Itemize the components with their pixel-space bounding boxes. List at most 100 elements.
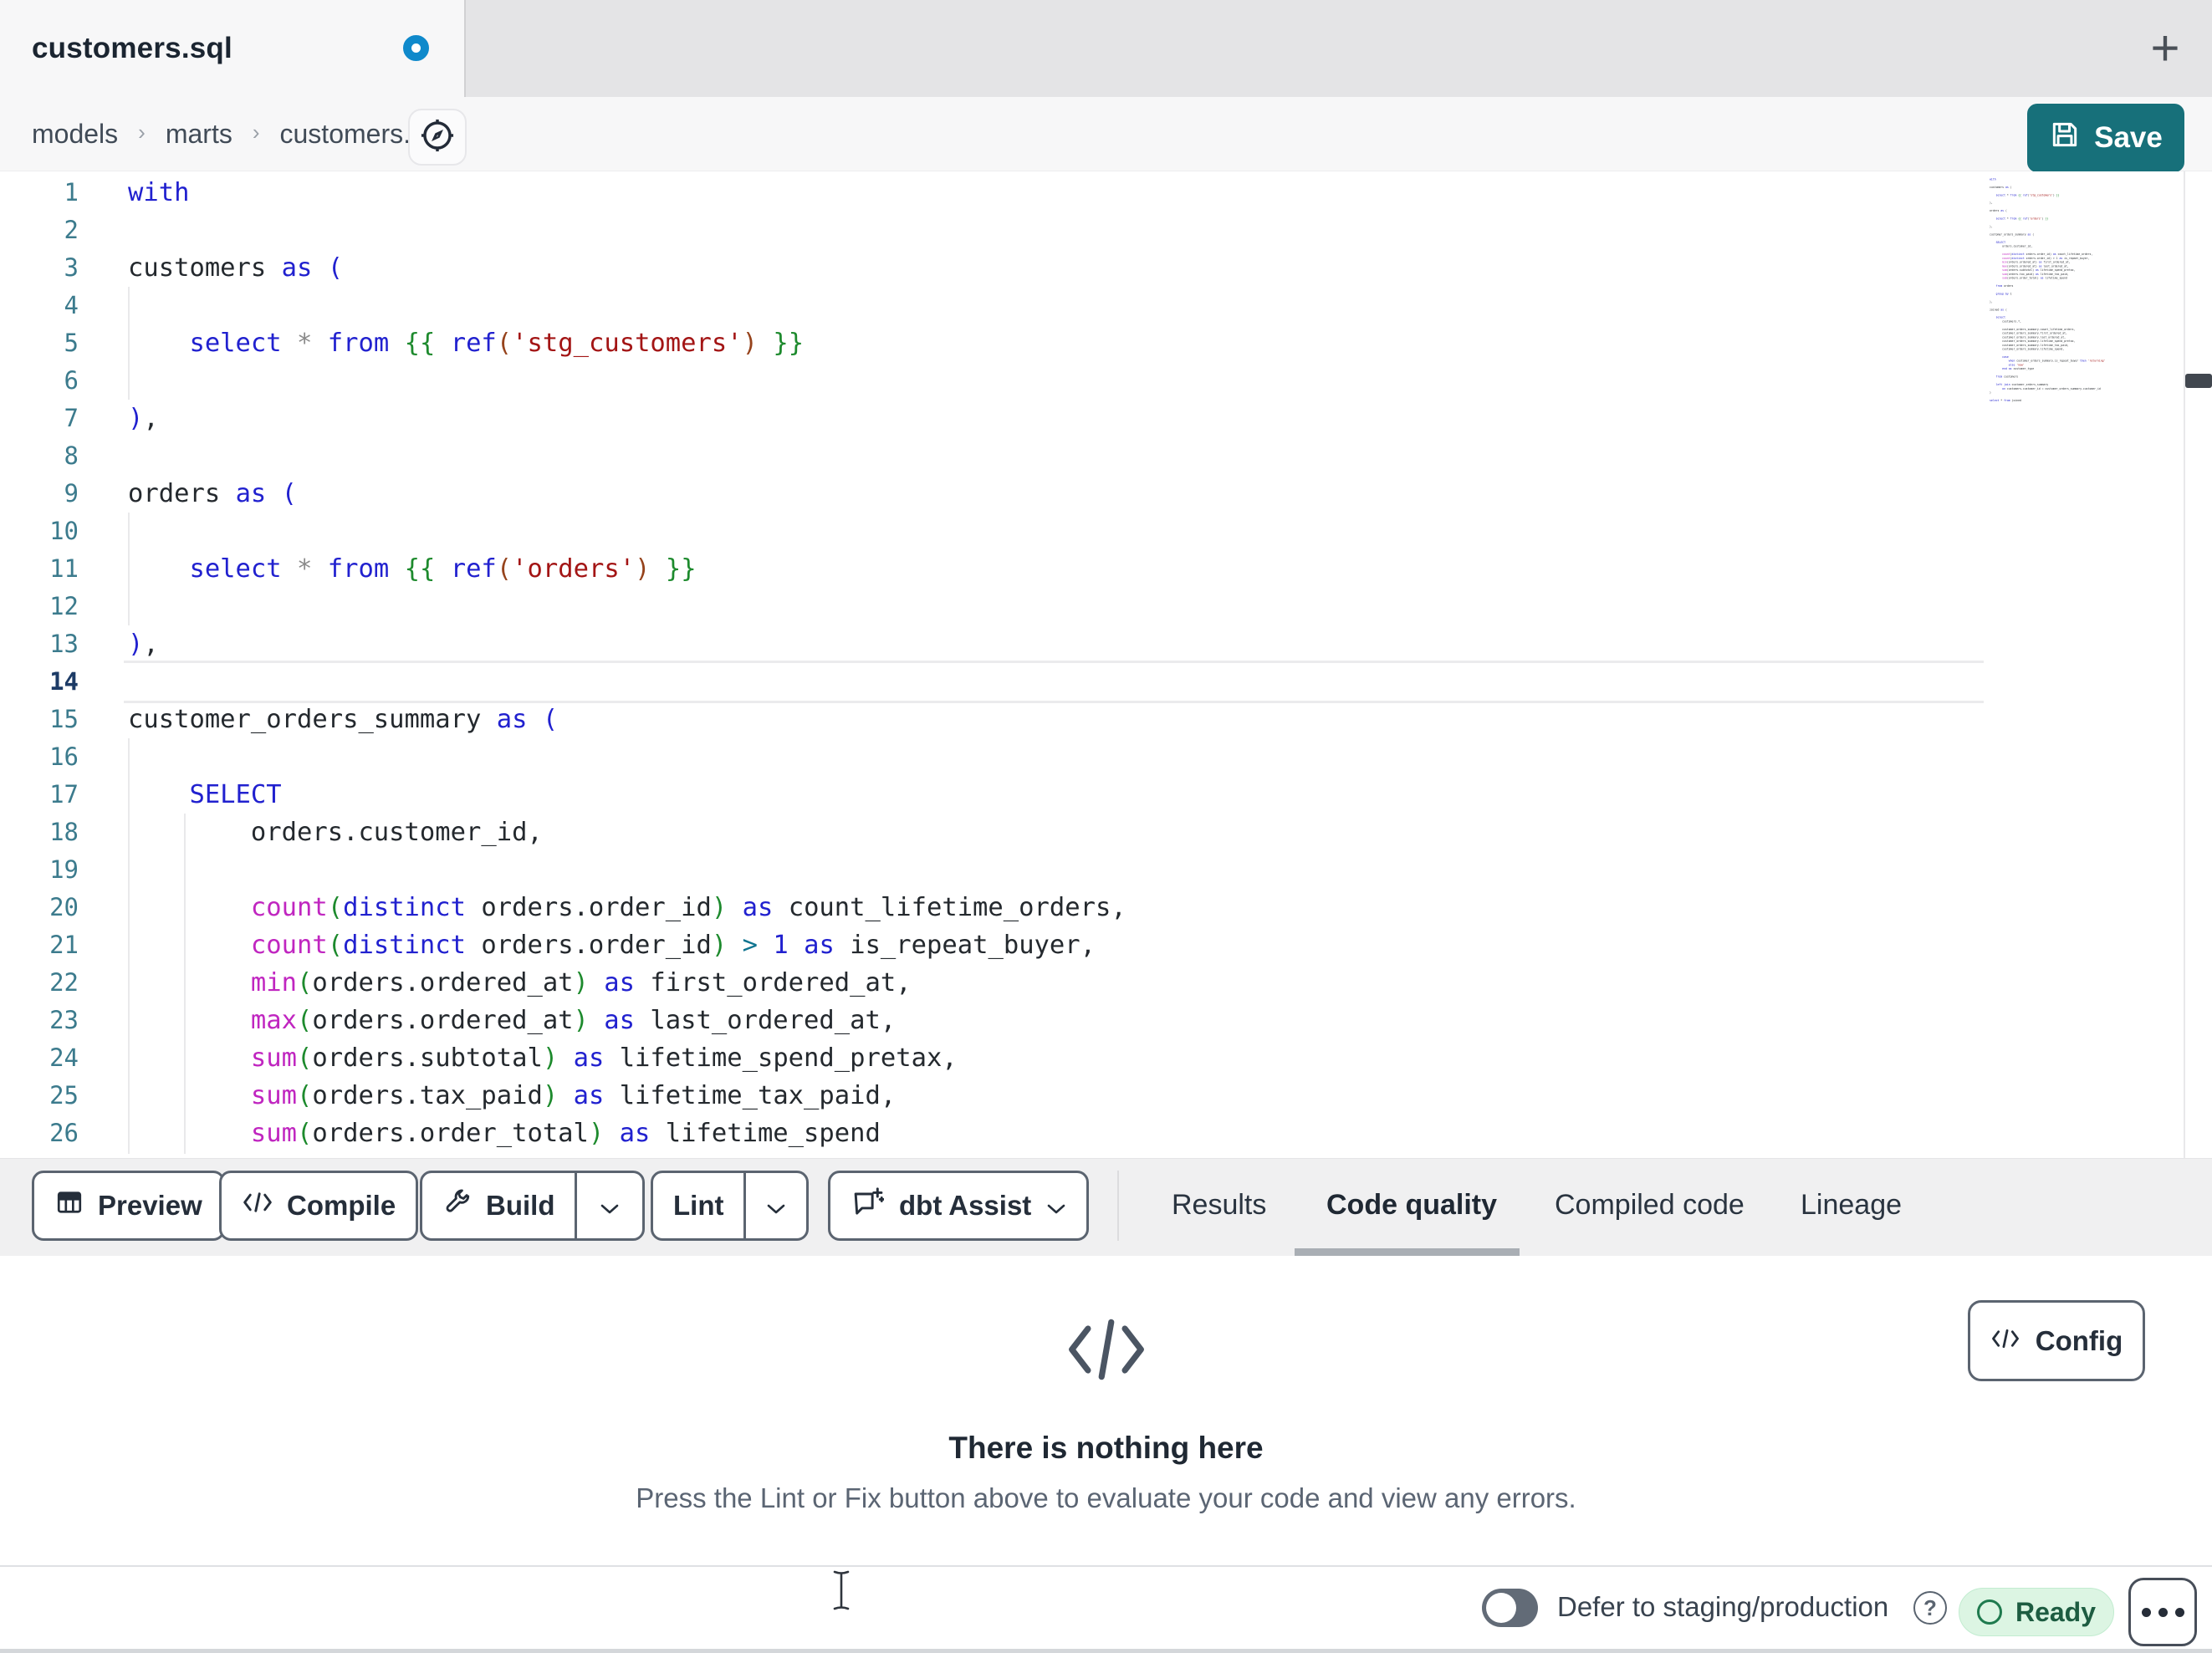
breadcrumb-item-models[interactable]: models — [32, 119, 118, 150]
ellipsis-icon — [2141, 1607, 2151, 1617]
line-number: 15 — [49, 705, 79, 733]
status-circle-icon — [1976, 1599, 2002, 1625]
preview-button[interactable]: Preview — [32, 1171, 225, 1241]
code-brackets-large-icon — [1062, 1309, 1151, 1394]
editor-minimap[interactable]: with customers as ( select * from {{ ref… — [1990, 177, 2130, 402]
line-number: 3 — [64, 253, 79, 282]
line-number: 6 — [64, 366, 79, 395]
code-line[interactable]: 10 — [0, 513, 2184, 550]
code-line[interactable]: 4 — [0, 287, 2184, 324]
chevron-down-icon — [600, 1190, 620, 1222]
compass-icon — [419, 117, 456, 158]
indent-guide — [184, 814, 186, 1154]
code-line[interactable]: 25 sum(orders.tax_paid) as lifetime_tax_… — [0, 1077, 2184, 1115]
line-number: 10 — [49, 517, 79, 545]
code-line[interactable]: 26 sum(orders.order_total) as lifetime_s… — [0, 1115, 2184, 1152]
code-line[interactable]: 22 min(orders.ordered_at) as first_order… — [0, 964, 2184, 1002]
dbt-assist-button[interactable]: dbt Assist — [828, 1171, 1090, 1241]
lint-button-main[interactable]: Lint — [653, 1173, 743, 1238]
code-line[interactable]: 23 max(orders.ordered_at) as last_ordere… — [0, 1002, 2184, 1039]
overflow-menu-button[interactable] — [2128, 1578, 2197, 1646]
build-split-button[interactable]: Build — [420, 1171, 646, 1241]
editor-right-border — [2184, 171, 2185, 1158]
code-line[interactable]: 1 with — [0, 174, 2184, 212]
window-bottom-edge — [0, 1649, 2212, 1653]
code-line[interactable]: 3 customers as ( — [0, 249, 2184, 287]
build-button-main[interactable]: Build — [422, 1173, 575, 1238]
file-tab-customers-sql[interactable]: customers.sql — [0, 0, 466, 97]
code-line[interactable]: 9 orders as ( — [0, 475, 2184, 513]
indent-guide — [128, 287, 130, 400]
breadcrumb-item-marts[interactable]: marts — [166, 119, 232, 150]
tab-lineage[interactable]: Lineage — [1801, 1159, 1902, 1251]
defer-toggle[interactable] — [1482, 1589, 1538, 1627]
line-number: 4 — [64, 291, 79, 319]
line-number: 13 — [49, 630, 79, 658]
breadcrumb: models › marts › customers.sql — [32, 97, 445, 171]
line-number: 24 — [49, 1043, 79, 1072]
indent-guide — [128, 738, 130, 1154]
line-number: 19 — [49, 855, 79, 884]
code-line[interactable]: 11 select * from {{ ref('orders') }} — [0, 550, 2184, 588]
line-number: 26 — [49, 1119, 79, 1147]
editor-scrollbar-thumb[interactable] — [2185, 374, 2212, 388]
build-dropdown-button[interactable] — [577, 1173, 642, 1238]
unsaved-changes-dot-icon — [403, 35, 429, 61]
code-line[interactable]: 13), — [0, 625, 2184, 663]
line-number: 12 — [49, 592, 79, 620]
ready-status-badge[interactable]: Ready — [1959, 1588, 2114, 1636]
wrench-icon — [442, 1187, 473, 1224]
breadcrumb-bar: models › marts › customers.sql Save — [0, 97, 2212, 172]
save-button-label: Save — [2094, 121, 2163, 154]
code-line[interactable]: 19 — [0, 851, 2184, 889]
lint-split-button[interactable]: Lint — [651, 1171, 810, 1241]
lint-dropdown-button[interactable] — [746, 1173, 806, 1238]
compile-button[interactable]: Compile — [219, 1171, 419, 1241]
code-line[interactable]: 14 — [0, 661, 2184, 703]
save-button[interactable]: Save — [2027, 104, 2184, 172]
code-line[interactable]: 21 count(distinct orders.order_id) > 1 a… — [0, 926, 2184, 964]
indent-guide — [128, 513, 130, 625]
line-number: 22 — [49, 968, 79, 997]
line-number: 25 — [49, 1081, 79, 1110]
line-number: 7 — [64, 404, 79, 432]
chevron-right-icon: › — [252, 120, 260, 145]
code-line[interactable]: 24 sum(orders.subtotal) as lifetime_spen… — [0, 1039, 2184, 1077]
config-button-label: Config — [2035, 1324, 2123, 1356]
tab-bar: customers.sql + — [0, 0, 2212, 97]
code-line[interactable]: 7), — [0, 400, 2184, 437]
help-question-icon[interactable]: ? — [1913, 1591, 1947, 1625]
code-line[interactable]: 17 SELECT — [0, 776, 2184, 814]
empty-state: There is nothing here Press the Lint or … — [0, 1256, 2212, 1565]
chevron-down-icon — [766, 1190, 786, 1222]
code-line[interactable]: 5 select * from {{ ref('stg_customers') … — [0, 324, 2184, 362]
status-bar: Defer to staging/production ? Ready — [0, 1565, 2212, 1649]
code-line[interactable]: 15 customer_orders_summary as ( — [0, 701, 2184, 738]
code-editor[interactable]: 1 with 2 3 customers as ( 4 5 select * from {{… — [0, 171, 2212, 1158]
code-line[interactable]: 8 — [0, 437, 2184, 475]
save-floppy-icon — [2049, 119, 2081, 158]
lineage-navigator-button[interactable] — [408, 109, 467, 166]
toggle-knob-icon — [1486, 1593, 1516, 1623]
chat-sparkle-icon — [851, 1186, 885, 1226]
config-button[interactable]: Config — [1968, 1300, 2145, 1381]
line-number: 14 — [49, 667, 79, 696]
ellipsis-icon — [2174, 1607, 2184, 1617]
code-line[interactable]: 6 — [0, 362, 2184, 400]
code-line[interactable]: 20 count(distinct orders.order_id) as co… — [0, 889, 2184, 926]
file-tab-title: customers.sql — [32, 32, 232, 64]
tab-code-quality[interactable]: Code quality — [1326, 1159, 1497, 1251]
tab-results[interactable]: Results — [1172, 1159, 1266, 1251]
line-number: 18 — [49, 818, 79, 846]
code-line[interactable]: 12 — [0, 588, 2184, 625]
code-line[interactable]: 2 — [0, 212, 2184, 249]
dbt-assist-button-label: dbt Assist — [899, 1190, 1032, 1221]
new-tab-button[interactable]: + — [2133, 19, 2198, 78]
code-line[interactable]: 16 — [0, 738, 2184, 776]
line-number: 21 — [49, 931, 79, 959]
line-number: 20 — [49, 893, 79, 921]
code-line[interactable]: 18 orders.customer_id, — [0, 814, 2184, 851]
tab-compiled-code[interactable]: Compiled code — [1555, 1159, 1745, 1251]
empty-state-description: Press the Lint or Fix button above to ev… — [636, 1482, 1576, 1513]
ellipsis-icon — [2158, 1607, 2168, 1617]
